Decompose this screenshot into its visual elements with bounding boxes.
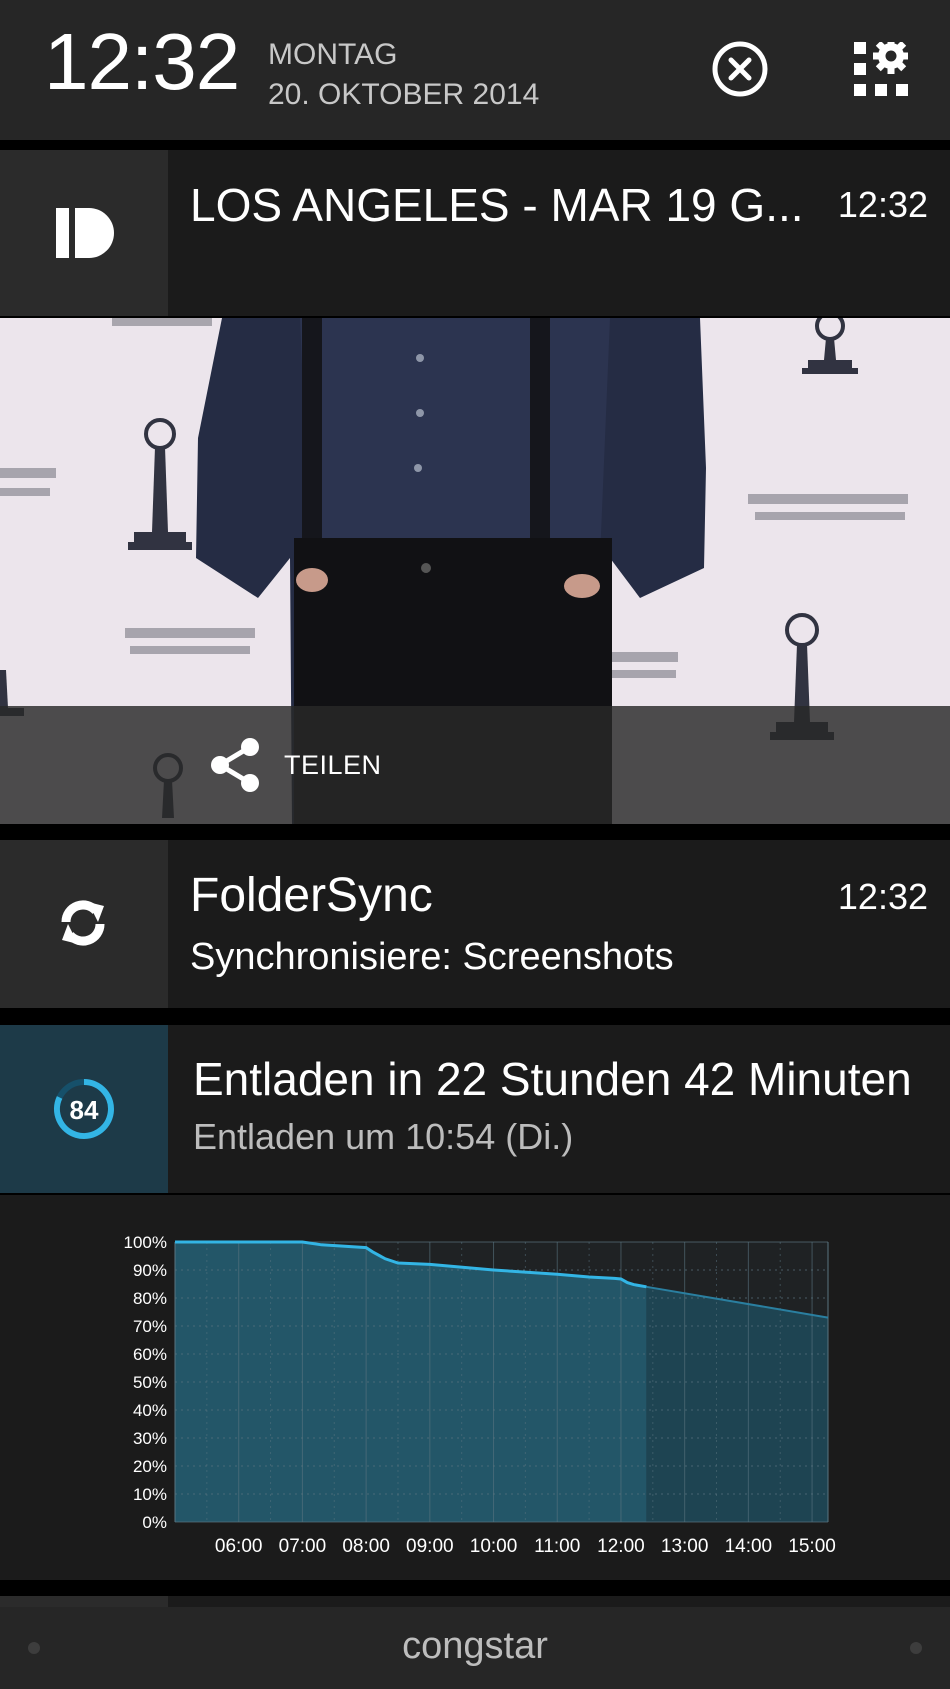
notification-text: Entladen um 10:54 (Di.) (193, 1116, 574, 1157)
share-action-button[interactable]: TEILEN (208, 735, 382, 795)
notification-icon-area (0, 150, 168, 316)
chart-y-tick-label: 40% (133, 1401, 167, 1420)
notification-header: 12:32 MONTAG 20. OKTOBER 2014 (0, 0, 950, 140)
notification-text: Synchronisiere: Screenshots (190, 936, 674, 978)
weekday[interactable]: MONTAG (268, 38, 397, 72)
quick-settings-icon[interactable] (854, 38, 909, 96)
carrier-name: congstar (402, 1625, 548, 1667)
pushbullet-notification[interactable] (0, 150, 950, 316)
chart-y-tick-label: 10% (133, 1485, 167, 1504)
chart-x-tick-label: 08:00 (342, 1536, 390, 1557)
share-label: TEILEN (284, 749, 382, 780)
notification-icon-area (0, 840, 168, 1008)
chart-x-tick-label: 10:00 (470, 1536, 518, 1557)
notification-time: 12:32 (837, 876, 928, 917)
chart-x-tick-label: 09:00 (406, 1536, 454, 1557)
notification-title: FolderSync (190, 869, 433, 922)
clear-all-icon[interactable] (712, 41, 768, 97)
pushbullet-icon (56, 208, 114, 258)
battery-level-icon: 84 (53, 1079, 114, 1139)
next-notification-edge (0, 1596, 950, 1607)
foldersync-notification[interactable] (0, 840, 950, 1008)
sync-icon (61, 900, 105, 946)
share-icon (211, 738, 259, 792)
chart-y-tick-label: 70% (133, 1317, 167, 1336)
battery-level: 84 (70, 1095, 99, 1125)
date[interactable]: 20. OKTOBER 2014 (268, 78, 539, 112)
clock[interactable]: 12:32 (44, 22, 240, 102)
chart-x-tick-label: 11:00 (534, 1536, 580, 1557)
chart-x-tick-label: 14:00 (725, 1536, 773, 1557)
battery-chart-panel: 100% 90% 80% 70% 60% 50% 40% 30% 20% 10% 0% 06:00 0… (0, 1195, 950, 1580)
chart-x-tick-label: 06:00 (215, 1536, 263, 1557)
chart-x-tick-label: 13:00 (661, 1536, 709, 1557)
battery-notification[interactable]: 84 (0, 1025, 950, 1193)
chart-y-tick-label: 80% (133, 1289, 167, 1308)
battery-chart: 100% 90% 80% 70% 60% 50% 40% 30% 20% 10% 0% 06:00 0… (124, 1233, 836, 1557)
chart-y-tick-label: 50% (133, 1373, 167, 1392)
notification-action-bar (0, 706, 950, 824)
chart-area-projection (646, 1286, 828, 1522)
notification-title: Entladen in 22 Stunden 42 Minuten (193, 1053, 912, 1105)
chart-x-tick-label: 12:00 (597, 1536, 645, 1557)
chart-y-tick-label: 100% (124, 1233, 167, 1252)
notification-icon-area: 84 (0, 1025, 168, 1193)
notification-title: LOS ANGELES - MAR 19 G... (190, 179, 804, 231)
chart-y-tick-label: 30% (133, 1429, 167, 1448)
chart-x-tick-label: 07:00 (279, 1536, 327, 1557)
chart-x-tick-label: 15:00 (788, 1536, 836, 1557)
notification-time: 12:32 (837, 184, 928, 225)
chart-y-tick-label: 90% (133, 1261, 167, 1280)
chart-y-tick-label: 20% (133, 1457, 167, 1476)
chart-y-tick-label: 0% (142, 1513, 167, 1532)
chart-y-tick-label: 60% (133, 1345, 167, 1364)
